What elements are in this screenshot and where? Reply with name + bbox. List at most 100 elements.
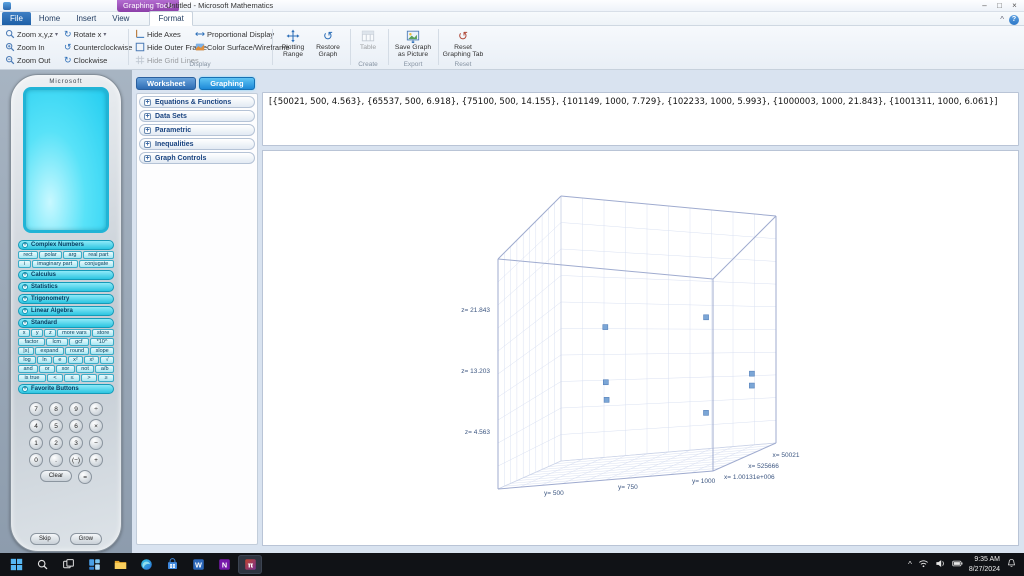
calc-button-not[interactable]: not — [76, 365, 95, 373]
expand-toggle-icon[interactable]: + — [22, 296, 28, 302]
calc-section-standard[interactable]: +Standard — [18, 318, 114, 328]
battery-icon[interactable] — [952, 556, 963, 574]
calc-section-linear-algebra[interactable]: +Linear Algebra — [18, 306, 114, 316]
expand-plus-icon[interactable]: + — [144, 141, 151, 148]
expand-toggle-icon[interactable]: + — [22, 308, 28, 314]
grow-button[interactable]: Grow — [70, 533, 102, 545]
calc-section-complex-numbers[interactable]: +Complex Numbers — [18, 240, 114, 250]
keypad-key-5[interactable]: 5 — [49, 419, 63, 433]
word-icon[interactable]: W — [186, 555, 210, 574]
expand-toggle-icon[interactable]: + — [22, 272, 28, 278]
plotting-range-button[interactable]: Plotting Range — [276, 28, 310, 62]
edge-icon[interactable] — [134, 555, 158, 574]
start-icon[interactable] — [4, 555, 28, 574]
keypad-key-equals[interactable]: = — [78, 470, 92, 484]
calc-button-store[interactable]: store — [92, 329, 114, 337]
clear-button[interactable]: Clear — [40, 470, 72, 482]
file-explorer-icon[interactable] — [108, 555, 132, 574]
panel-item-equations-functions[interactable]: +Equations & Functions — [139, 96, 255, 108]
zoom-out-button[interactable]: Zoom Out — [2, 54, 60, 66]
calc-button-imaginary-part[interactable]: imaginary part — [32, 260, 78, 268]
calc-button-e[interactable]: e — [53, 356, 67, 364]
calc-button-x[interactable]: x² — [68, 356, 83, 364]
keypad-key-4[interactable]: 4 — [29, 419, 43, 433]
skip-button[interactable]: Skip — [30, 533, 60, 545]
calc-button-factor[interactable]: factor — [18, 338, 45, 346]
task-view-icon[interactable] — [56, 555, 80, 574]
reset-graphing-tab-button[interactable]: ↺ Reset Graphing Tab — [442, 28, 484, 62]
calc-section-favorite-buttons[interactable]: +Favorite Buttons — [18, 384, 114, 394]
keypad-key-[interactable]: × — [89, 419, 103, 433]
notification-bell-icon[interactable] — [1006, 556, 1017, 574]
calc-button-and[interactable]: and — [18, 365, 38, 373]
calc-button-[interactable]: ≤ — [64, 374, 80, 382]
volume-icon[interactable] — [935, 556, 946, 574]
keypad-key-[interactable]: − — [89, 436, 103, 450]
calc-button-real-part[interactable]: real part — [83, 251, 114, 259]
help-icon[interactable]: ? — [1009, 15, 1019, 25]
keypad-key-6[interactable]: 6 — [69, 419, 83, 433]
widgets-icon[interactable] — [82, 555, 106, 574]
keypad-key-[interactable]: . — [49, 453, 63, 467]
close-icon[interactable]: × — [1007, 0, 1022, 11]
panel-item-graph-controls[interactable]: +Graph Controls — [139, 152, 255, 164]
collapse-toggle-icon[interactable]: + — [22, 320, 28, 326]
maximize-icon[interactable]: □ — [992, 0, 1007, 11]
keypad-key-3[interactable]: 3 — [69, 436, 83, 450]
tab-graphing[interactable]: Graphing — [199, 77, 254, 90]
mathematics-icon[interactable]: π — [238, 555, 262, 574]
keypad-key-[interactable]: ÷ — [89, 402, 103, 416]
restore-graph-button[interactable]: ↺ Restore Graph — [312, 28, 344, 62]
tab-insert[interactable]: Insert — [68, 12, 104, 25]
calc-button-[interactable]: < — [47, 374, 63, 382]
calc-button-lcm[interactable]: lcm — [46, 338, 68, 346]
tab-file[interactable]: File — [2, 12, 31, 25]
calc-button-a-b[interactable]: a/b — [95, 365, 114, 373]
calc-button-more-vars[interactable]: more vars — [57, 329, 91, 337]
minimize-icon[interactable]: – — [977, 0, 992, 11]
calc-button-rect[interactable]: rect — [18, 251, 38, 259]
calc-section-calculus[interactable]: +Calculus — [18, 270, 114, 280]
calc-button-conjugate[interactable]: conjugate — [79, 260, 114, 268]
keypad-key-0[interactable]: 0 — [29, 453, 43, 467]
calc-button-gcf[interactable]: gcf — [69, 338, 89, 346]
calc-button-or[interactable]: or — [39, 365, 55, 373]
calc-button-y[interactable]: y — [31, 329, 43, 337]
zoom-in-button[interactable]: Zoom In — [2, 41, 60, 53]
calc-button-log[interactable]: log — [18, 356, 36, 364]
panel-item-parametric[interactable]: +Parametric — [139, 124, 255, 136]
tab-format[interactable]: Format — [149, 11, 192, 26]
calc-button-x[interactable]: x — [18, 329, 30, 337]
calc-button-slope[interactable]: slope — [90, 347, 114, 355]
expand-toggle-icon[interactable]: + — [22, 284, 28, 290]
calc-section-statistics[interactable]: +Statistics — [18, 282, 114, 292]
rotate-dropdown[interactable]: ↻ Rotate x ▾ — [62, 28, 134, 40]
tab-view[interactable]: View — [104, 12, 137, 25]
keypad-key-9[interactable]: 9 — [69, 402, 83, 416]
taskbar-clock[interactable]: 9:35 AM 8/27/2024 — [969, 555, 1000, 574]
calc-button-expand[interactable]: expand — [35, 347, 64, 355]
calc-button-[interactable]: ≥ — [98, 374, 114, 382]
expand-toggle-icon[interactable]: + — [22, 386, 28, 392]
onenote-icon[interactable]: N — [212, 555, 236, 574]
clockwise-button[interactable]: ↻ Clockwise — [62, 54, 134, 66]
expand-plus-icon[interactable]: + — [144, 127, 151, 134]
panel-item-inequalities[interactable]: +Inequalities — [139, 138, 255, 150]
expand-plus-icon[interactable]: + — [144, 155, 151, 162]
expand-plus-icon[interactable]: + — [144, 99, 151, 106]
keypad-key-[interactable]: (−) — [69, 453, 83, 467]
calc-button-z[interactable]: z — [44, 329, 56, 337]
keypad-key-8[interactable]: 8 — [49, 402, 63, 416]
wifi-icon[interactable] — [918, 556, 929, 574]
calc-button-ln[interactable]: ln — [37, 356, 52, 364]
calc-button-[interactable]: √ — [100, 356, 114, 364]
calc-button-i[interactable]: i — [18, 260, 31, 268]
keypad-key-2[interactable]: 2 — [49, 436, 63, 450]
calc-button-round[interactable]: round — [65, 347, 90, 355]
tab-worksheet[interactable]: Worksheet — [136, 77, 196, 90]
dataset-expression[interactable]: [{50021, 500, 4.563}, {65537, 500, 6.918… — [262, 92, 1019, 146]
calc-button-x[interactable]: |x| — [18, 347, 34, 355]
calc-button-x[interactable]: xʸ — [84, 356, 99, 364]
zoom-dropdown[interactable]: Zoom x,y,z ▾ — [2, 28, 60, 40]
calc-button-arg[interactable]: arg — [63, 251, 82, 259]
